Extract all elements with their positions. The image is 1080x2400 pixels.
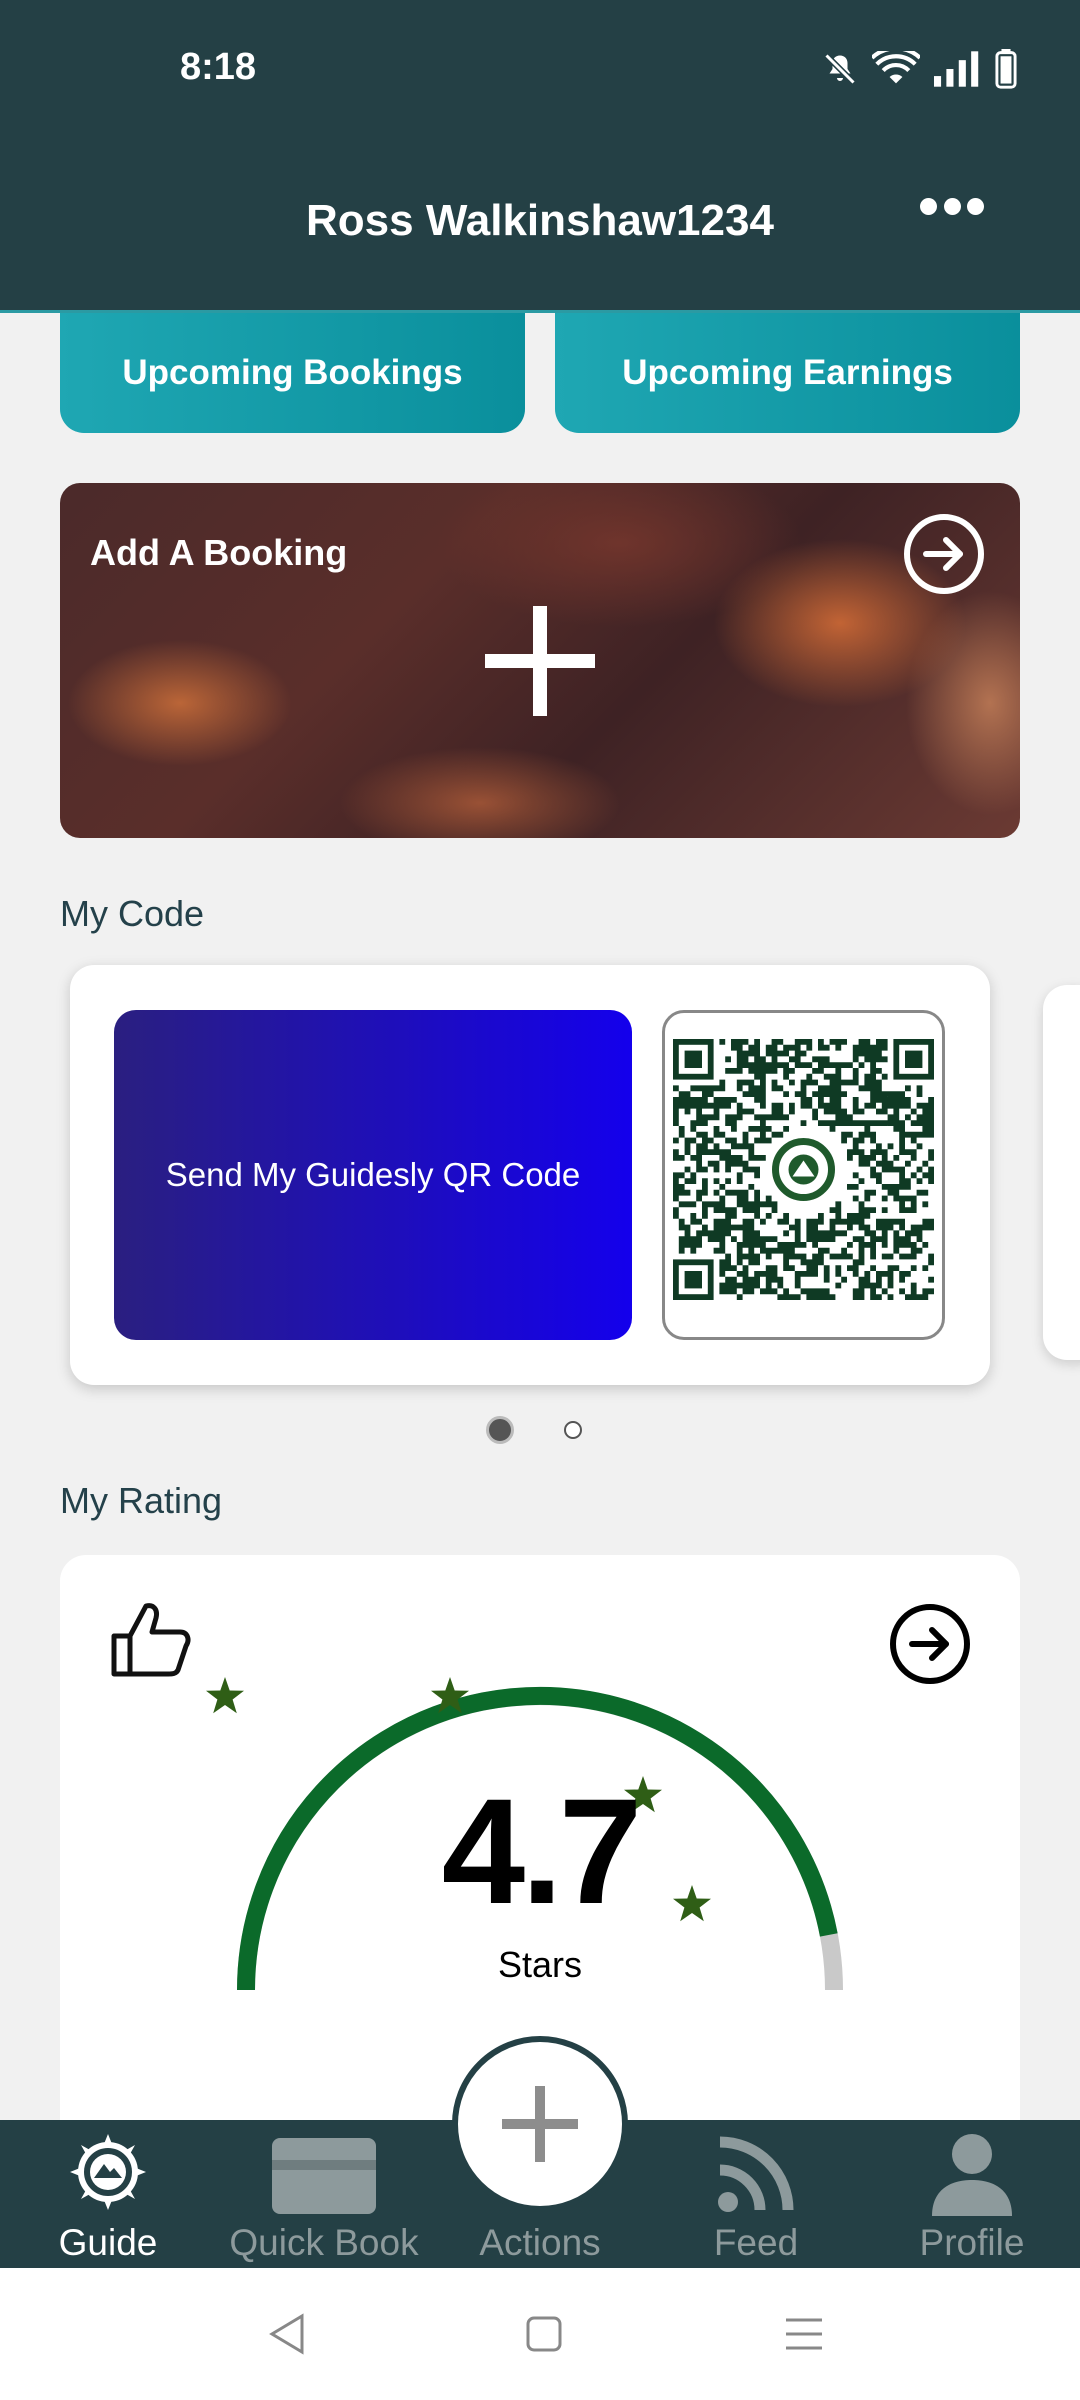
person-icon (932, 2134, 1012, 2216)
system-navigation-bar (0, 2268, 1080, 2400)
compass-mountain-icon (70, 2134, 146, 2210)
qr-code-image[interactable] (662, 1010, 945, 1340)
nav-profile[interactable]: Profile (864, 2120, 1080, 2268)
nav-label: Guide (58, 2222, 158, 2263)
card-icon (272, 2138, 376, 2214)
actions-button[interactable] (452, 2036, 628, 2212)
add-booking-label: Add A Booking (90, 532, 348, 573)
my-code-title: My Code (60, 893, 205, 934)
arrow-right-circle-icon[interactable] (902, 512, 986, 596)
nav-label: Feed (713, 2222, 799, 2263)
status-time: 8:18 (180, 46, 257, 88)
more-options-icon[interactable] (920, 198, 984, 222)
qr-code-graphic (672, 1038, 935, 1301)
home-icon[interactable] (524, 2314, 564, 2354)
recents-icon[interactable] (782, 2314, 826, 2354)
send-qr-code-button[interactable]: Send My Guidesly QR Code (114, 1010, 632, 1340)
mute-bell-icon (824, 53, 856, 85)
page-title: Ross Walkinshaw1234 (306, 196, 774, 245)
pagination-dot[interactable] (564, 1421, 582, 1439)
nav-guide[interactable]: Guide (0, 2120, 216, 2268)
rating-unit: Stars (497, 1944, 583, 1985)
status-icons (822, 44, 1018, 94)
my-rating-title: My Rating (60, 1480, 223, 1521)
plus-icon[interactable] (485, 606, 595, 716)
battery-icon (995, 49, 1017, 89)
arrow-right-circle-icon[interactable] (888, 1602, 972, 1686)
nav-quick-book[interactable]: Quick Book (216, 2120, 432, 2268)
carousel-pagination (486, 1416, 582, 1444)
nav-label: Quick Book (229, 2222, 419, 2263)
rss-icon (718, 2136, 794, 2212)
upcoming-earnings-button[interactable]: Upcoming Earnings (555, 313, 1020, 433)
nav-label: Profile (919, 2222, 1025, 2263)
back-icon[interactable] (266, 2312, 310, 2356)
thumbs-up-icon (111, 1603, 191, 1677)
plus-icon (502, 2086, 578, 2162)
next-code-card-peek[interactable] (1043, 985, 1080, 1360)
signal-icon (934, 51, 979, 87)
upcoming-bookings-button[interactable]: Upcoming Bookings (60, 313, 525, 433)
pagination-dot-active[interactable] (486, 1416, 514, 1444)
nav-label: Actions (479, 2222, 601, 2263)
rating-star-icon (206, 1677, 244, 1714)
wifi-icon (872, 51, 920, 84)
nav-feed[interactable]: Feed (648, 2120, 864, 2268)
rating-value: 4.7 (441, 1767, 643, 1935)
